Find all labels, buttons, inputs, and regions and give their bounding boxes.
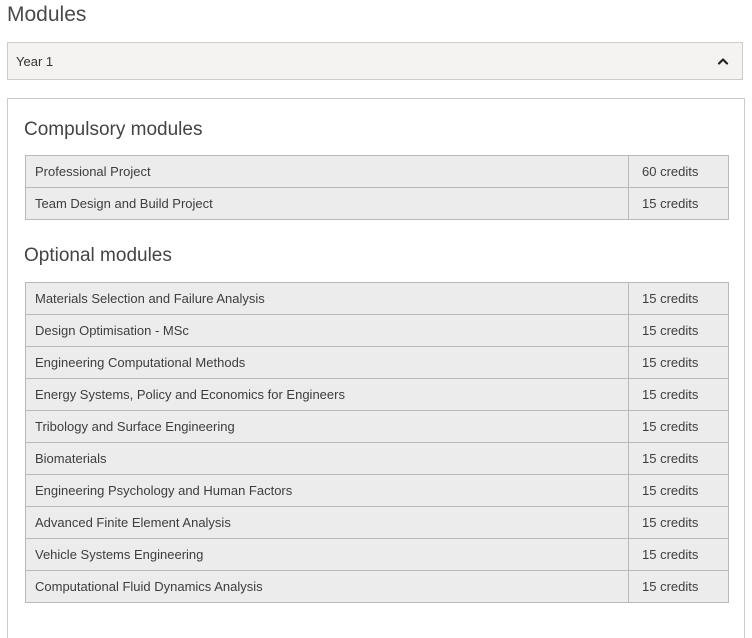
module-name: Vehicle Systems Engineering	[25, 538, 629, 571]
table-row: Energy Systems, Policy and Economics for…	[25, 378, 729, 411]
module-name: Advanced Finite Element Analysis	[25, 506, 629, 539]
table-row: Computational Fluid Dynamics Analysis 15…	[25, 570, 729, 603]
module-credits: 15 credits	[628, 346, 729, 379]
module-credits: 15 credits	[628, 506, 729, 539]
module-credits: 15 credits	[628, 187, 729, 220]
compulsory-modules-table: Professional Project 60 credits Team Des…	[25, 155, 729, 220]
table-row: Materials Selection and Failure Analysis…	[25, 282, 729, 315]
module-name: Biomaterials	[25, 442, 629, 475]
module-credits: 15 credits	[628, 570, 729, 603]
module-name: Computational Fluid Dynamics Analysis	[25, 570, 629, 603]
module-name: Team Design and Build Project	[25, 187, 629, 220]
module-name: Tribology and Surface Engineering	[25, 410, 629, 443]
accordion-year-1-header[interactable]: Year 1	[7, 42, 743, 80]
module-credits: 15 credits	[628, 538, 729, 571]
chevron-up-icon[interactable]	[714, 52, 732, 70]
module-name: Engineering Computational Methods	[25, 346, 629, 379]
table-row: Professional Project 60 credits	[25, 155, 729, 188]
table-row: Biomaterials 15 credits	[25, 442, 729, 475]
module-name: Energy Systems, Policy and Economics for…	[25, 378, 629, 411]
table-row: Team Design and Build Project 15 credits	[25, 187, 729, 220]
table-row: Vehicle Systems Engineering 15 credits	[25, 538, 729, 571]
table-row: Engineering Psychology and Human Factors…	[25, 474, 729, 507]
accordion-year-1-panel: Compulsory modules Professional Project …	[7, 98, 745, 638]
module-credits: 15 credits	[628, 474, 729, 507]
table-row: Engineering Computational Methods 15 cre…	[25, 346, 729, 379]
table-row: Advanced Finite Element Analysis 15 cred…	[25, 506, 729, 539]
module-name: Materials Selection and Failure Analysis	[25, 282, 629, 315]
accordion-label: Year 1	[16, 53, 54, 69]
module-credits: 15 credits	[628, 378, 729, 411]
page-title: Modules	[7, 3, 87, 26]
module-credits: 15 credits	[628, 442, 729, 475]
optional-modules-table: Materials Selection and Failure Analysis…	[25, 282, 729, 603]
module-credits: 15 credits	[628, 314, 729, 347]
module-credits: 60 credits	[628, 155, 729, 188]
table-row: Tribology and Surface Engineering 15 cre…	[25, 410, 729, 443]
table-row: Design Optimisation - MSc 15 credits	[25, 314, 729, 347]
module-name: Design Optimisation - MSc	[25, 314, 629, 347]
compulsory-modules-heading: Compulsory modules	[24, 119, 203, 140]
module-name: Professional Project	[25, 155, 629, 188]
module-credits: 15 credits	[628, 282, 729, 315]
optional-modules-heading: Optional modules	[24, 245, 172, 266]
module-credits: 15 credits	[628, 410, 729, 443]
module-name: Engineering Psychology and Human Factors	[25, 474, 629, 507]
